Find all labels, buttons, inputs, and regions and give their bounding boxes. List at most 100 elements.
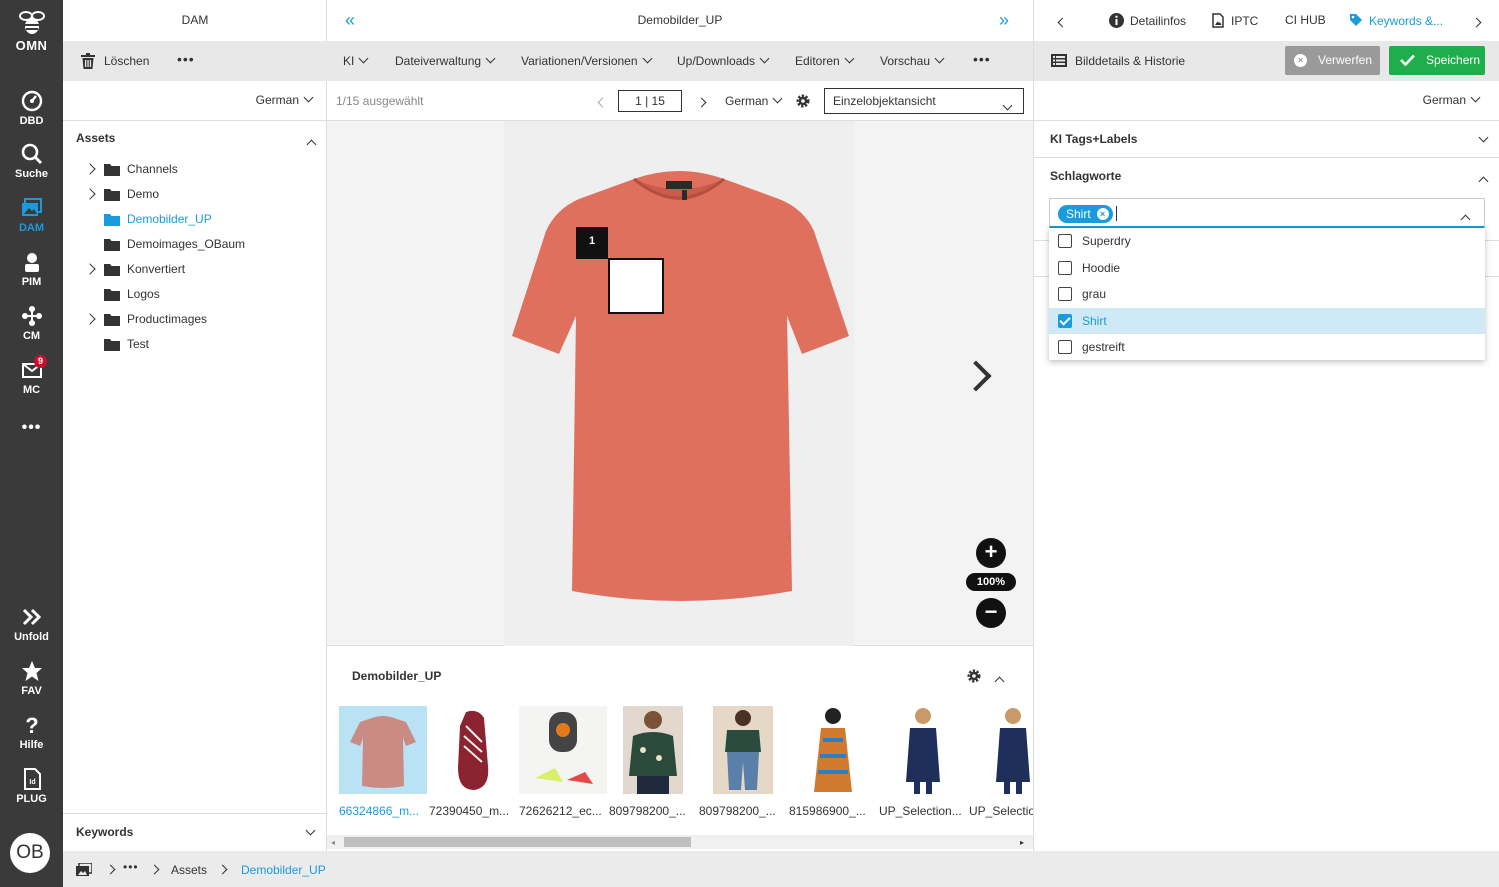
language-select[interactable]: German: [256, 92, 314, 107]
thumbnail-image[interactable]: [879, 706, 967, 794]
language-select[interactable]: German: [725, 93, 783, 108]
tab-ci-hub[interactable]: CI HUB: [1285, 13, 1326, 27]
thumbnail[interactable]: 815986900_...: [789, 706, 877, 818]
next-page-button[interactable]: [692, 96, 707, 110]
chevron-right-icon[interactable]: [84, 188, 96, 200]
rail-mc[interactable]: 9 MC: [0, 355, 63, 396]
scrollbar-thumb[interactable]: [344, 837, 691, 847]
rail-cm[interactable]: CM: [0, 305, 63, 342]
tab-detailinfos[interactable]: Detailinfos: [1109, 13, 1186, 28]
view-mode-select[interactable]: Einzelobjektansicht: [824, 88, 1024, 114]
thumbnail-image[interactable]: [699, 706, 787, 794]
images-icon[interactable]: [76, 862, 93, 880]
rail-plug[interactable]: Id PLUG: [0, 768, 63, 805]
more-button[interactable]: •••: [177, 51, 195, 67]
menu-downloads[interactable]: Up/Downloads: [677, 53, 770, 68]
keyword-option[interactable]: grau: [1049, 281, 1485, 307]
collapse-left-icon[interactable]: «: [345, 0, 355, 41]
more-button[interactable]: •••: [973, 51, 991, 67]
checkbox[interactable]: [1058, 287, 1072, 301]
page-input[interactable]: 1 | 15: [618, 90, 682, 112]
keywords-section[interactable]: Keywords: [63, 813, 327, 851]
rail-hilfe[interactable]: ? Hilfe: [0, 714, 63, 751]
collapse-right-icon[interactable]: »: [999, 0, 1009, 41]
thumbnail-image[interactable]: [789, 706, 877, 794]
chevron-up-icon[interactable]: [1460, 214, 1471, 225]
prev-page-button[interactable]: [593, 96, 608, 110]
trash-icon[interactable]: [81, 53, 95, 72]
keyword-input[interactable]: Shirt ×: [1049, 198, 1485, 228]
checkbox[interactable]: [1058, 260, 1072, 275]
omn-logo[interactable]: OMN: [0, 10, 63, 53]
thumbnail-image[interactable]: [519, 706, 607, 794]
menu-variationen[interactable]: Variationen/Versionen: [521, 53, 652, 68]
user-avatar[interactable]: OB: [10, 833, 50, 873]
tabs-next-button[interactable]: [1467, 16, 1482, 30]
thumbnail[interactable]: 66324866_m...: [339, 706, 427, 818]
tree-item[interactable]: Test: [63, 332, 327, 357]
annotation-box[interactable]: [608, 258, 664, 314]
thumbnail[interactable]: 809798200_...: [609, 706, 697, 818]
tree-item[interactable]: Konvertiert: [63, 257, 327, 282]
zoom-out-button[interactable]: −: [976, 598, 1006, 628]
settings-icon[interactable]: [795, 93, 811, 112]
keyword-option[interactable]: Superdry: [1049, 228, 1485, 254]
keyword-option[interactable]: gestreift: [1049, 334, 1485, 360]
preview-image-area[interactable]: 1: [504, 121, 854, 646]
rail-dbd[interactable]: DBD: [0, 90, 63, 127]
tree-item[interactable]: Channels: [63, 157, 327, 182]
thumbnail[interactable]: 72626212_ec...: [519, 706, 607, 818]
save-button[interactable]: Speichern: [1389, 46, 1485, 75]
rail-dam[interactable]: DAM: [0, 197, 63, 234]
tree-item[interactable]: Productimages: [63, 307, 327, 332]
annotation-marker[interactable]: 1: [576, 227, 608, 259]
rail-more-button[interactable]: •••: [0, 419, 63, 437]
settings-icon[interactable]: [966, 668, 982, 687]
breadcrumb-more[interactable]: •••: [123, 860, 139, 874]
tab-keywords[interactable]: Keywords &...: [1349, 13, 1443, 28]
discard-button[interactable]: × Verwerfen: [1285, 46, 1380, 75]
zoom-in-button[interactable]: +: [976, 538, 1006, 568]
tab-iptc[interactable]: IPTC: [1212, 13, 1258, 28]
thumbnail-image[interactable]: [429, 706, 517, 794]
chevron-right-icon[interactable]: [84, 163, 96, 175]
checkbox[interactable]: [1058, 234, 1072, 248]
tabs-prev-button[interactable]: [1053, 16, 1068, 30]
section-ai-tags[interactable]: KI Tags+Labels: [1034, 120, 1499, 157]
tree-item[interactable]: Demoimages_OBaum: [63, 232, 327, 257]
scroll-right-icon[interactable]: ▸: [1020, 838, 1024, 847]
language-select[interactable]: German: [1423, 92, 1481, 107]
tree-item[interactable]: Logos: [63, 282, 327, 307]
delete-button[interactable]: Löschen: [104, 54, 149, 68]
horizontal-scrollbar[interactable]: ◂ ▸: [327, 835, 1033, 849]
thumbnail[interactable]: 809798200_...: [699, 706, 787, 818]
chevron-right-icon[interactable]: [84, 313, 96, 325]
history-button[interactable]: Bilddetails & Historie: [1075, 54, 1185, 68]
thumbnail-image[interactable]: [609, 706, 697, 794]
thumbnail-image[interactable]: [339, 706, 427, 794]
keyword-option[interactable]: Shirt: [1049, 307, 1485, 334]
keyword-option[interactable]: Hoodie: [1049, 255, 1485, 281]
scroll-left-icon[interactable]: ◂: [331, 838, 335, 847]
next-image-arrow[interactable]: [960, 360, 992, 392]
menu-editoren[interactable]: Editoren: [795, 53, 855, 68]
collapse-strip-button[interactable]: [990, 673, 1005, 687]
menu-vorschau[interactable]: Vorschau: [880, 53, 945, 68]
section-keywords[interactable]: Schlagworte: [1034, 157, 1499, 194]
chevron-right-icon[interactable]: [84, 263, 96, 275]
rail-unfold[interactable]: Unfold: [0, 606, 63, 643]
rail-suche[interactable]: Suche: [0, 143, 63, 180]
tree-item[interactable]: Demobilder_UP: [63, 207, 327, 232]
rail-fav[interactable]: FAV: [0, 660, 63, 697]
breadcrumb-assets[interactable]: Assets: [171, 863, 207, 877]
menu-dateiverwaltung[interactable]: Dateiverwaltung: [395, 53, 496, 68]
tree-item[interactable]: Demo: [63, 182, 327, 207]
thumbnail[interactable]: UP_Selection...: [879, 706, 967, 818]
collapse-assets-button[interactable]: [302, 136, 317, 150]
thumbnail[interactable]: 72390450_m...: [429, 706, 517, 818]
checkbox[interactable]: [1058, 313, 1072, 328]
breadcrumb-current[interactable]: Demobilder_UP: [241, 863, 326, 877]
menu-ki[interactable]: KI: [343, 53, 369, 68]
rail-pim[interactable]: PIM: [0, 251, 63, 288]
remove-chip-icon[interactable]: ×: [1096, 208, 1109, 220]
